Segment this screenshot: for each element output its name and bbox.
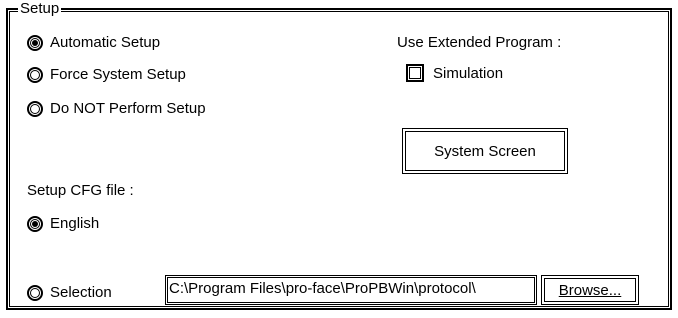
- radio-indicator: [27, 34, 43, 51]
- setup-cfg-file-label: Setup CFG file :: [27, 182, 134, 199]
- simulation-checkbox[interactable]: Simulation: [406, 64, 503, 82]
- radio-force-system-setup[interactable]: Force System Setup: [27, 66, 186, 83]
- radio-indicator: [27, 284, 43, 301]
- radio-english-label: English: [50, 215, 100, 232]
- radio-indicator: [27, 66, 43, 83]
- radio-indicator: [27, 215, 43, 232]
- browse-button-label: Browse...: [558, 281, 622, 299]
- radio-automatic-setup[interactable]: Automatic Setup: [27, 34, 160, 51]
- radio-do-not-perform-setup[interactable]: Do NOT Perform Setup: [27, 100, 206, 117]
- radio-do-not-perform-setup-label: Do NOT Perform Setup: [50, 100, 206, 117]
- checkbox-indicator: [406, 64, 424, 82]
- radio-force-system-setup-label: Force System Setup: [50, 66, 186, 83]
- setup-group-title: Setup: [18, 0, 62, 17]
- simulation-label: Simulation: [433, 64, 504, 82]
- radio-english[interactable]: English: [27, 215, 99, 232]
- radio-automatic-setup-label: Automatic Setup: [50, 34, 161, 51]
- radio-selection[interactable]: Selection: [27, 284, 112, 301]
- system-screen-button-label: System Screen: [434, 142, 536, 160]
- cfg-path-field[interactable]: C:\Program Files\pro-face\ProPBWin\proto…: [165, 275, 537, 305]
- system-screen-button[interactable]: System Screen: [402, 128, 568, 174]
- use-extended-program-label: Use Extended Program :: [397, 34, 562, 51]
- radio-selection-label: Selection: [50, 284, 112, 301]
- browse-button[interactable]: Browse...: [541, 275, 639, 305]
- setup-groupbox: [6, 8, 672, 310]
- radio-indicator: [27, 100, 43, 117]
